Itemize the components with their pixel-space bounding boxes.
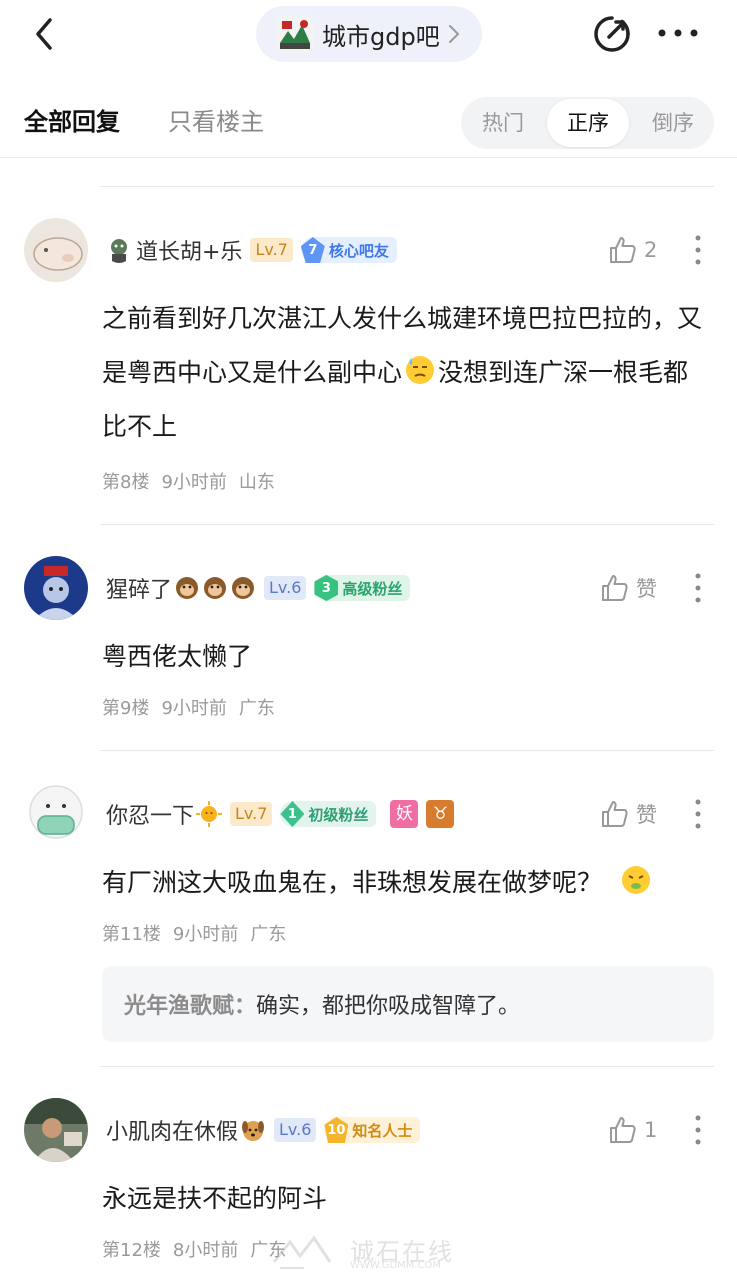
post-content: 粤西佬太懒了 [102,642,253,671]
chevron-right-icon [448,25,460,43]
back-arrow-icon[interactable] [30,14,60,54]
sub-reply[interactable]: 光年渔歌赋： 确实，都把你吸成智障了。 [102,966,714,1042]
post-meta: 第9楼 9小时前 广东 [102,694,275,720]
post-time: 9小时前 [172,924,239,945]
username[interactable]: 你忍一下 [106,798,194,830]
like-count: 2 [644,238,658,262]
sort-option-hot[interactable]: 热门 [461,97,545,149]
user-line: 小肌肉在休假 Lv.6 10 知名人士 [106,1112,421,1148]
post-location: 广东 [250,924,287,945]
post-location: 广东 [238,698,275,719]
watermark-logo-icon [272,1235,332,1269]
member-badge: 7 核心吧友 [300,237,397,263]
badge-label: 核心吧友 [328,241,389,260]
post-location: 山东 [238,472,275,493]
forum-entry-button[interactable]: 城市gdp吧 [256,6,482,62]
post-time: 9小时前 [161,472,227,493]
badge-label: 知名人士 [352,1121,413,1140]
divider [100,186,714,187]
share-icon[interactable] [592,14,632,54]
member-badge: 10 知名人士 [324,1117,421,1143]
level-badge: Lv.7 [230,802,273,826]
user-line: 道长胡+乐 Lv.7 7 核心吧友 [106,232,397,268]
username[interactable]: 猩碎了 [106,572,172,604]
username[interactable]: 小肌肉在休假 [106,1114,238,1146]
level-badge: Lv.6 [274,1118,317,1142]
dog-emoji-icon [242,1121,265,1141]
forum-avatar [276,15,314,53]
more-icon[interactable] [656,20,700,46]
sun-emoji-icon [196,801,223,827]
divider [100,1066,714,1067]
post-meta: 第11楼 9小时前 广东 [102,920,286,946]
like-label: 赞 [636,577,657,601]
demon-tag: 妖 [390,800,419,828]
avatar[interactable] [24,782,88,846]
badge-number: 1 [280,801,305,827]
sub-reply-text: 确实，都把你吸成智障了。 [256,994,521,1019]
sort-option-desc[interactable]: 倒序 [631,97,715,149]
badge-number: 10 [324,1117,349,1143]
user-line: 你忍一下 Lv.7 1 初级粉丝 妖 ♉ [106,796,455,832]
like-button[interactable]: 2 [608,232,657,268]
divider [100,750,714,751]
thumbs-up-icon [610,1117,636,1143]
filter-row: 全部回复 只看楼主 热门 正序 倒序 [0,90,737,158]
thumbs-up-icon [602,575,628,601]
member-badge: 1 初级粉丝 [280,801,377,827]
top-bar: 城市gdp吧 [0,0,737,70]
more-vertical-icon[interactable] [688,1112,708,1148]
badge-number: 7 [300,237,325,263]
badge-number: 3 [314,575,339,601]
avatar[interactable] [24,218,88,282]
more-vertical-icon[interactable] [688,232,708,268]
avatar[interactable] [24,556,88,620]
floor-number: 第9楼 [102,698,150,719]
post-meta: 第12楼 8小时前 广东 [102,1236,286,1262]
user-line: 猩碎了 Lv.6 3 高级粉丝 [106,570,411,606]
like-count: 1 [644,1118,658,1142]
monkey-emoji-icon [232,577,255,599]
sweat-emoji-icon [406,356,435,384]
post-content: 有厂洲这大吸血鬼在，非珠想发展在做梦呢？ [102,856,702,910]
watermark-url: WWW.GDMM.COM [350,1260,442,1271]
thumbs-up-icon [602,801,628,827]
more-vertical-icon[interactable] [688,796,708,832]
floor-number: 第8楼 [102,472,150,493]
username[interactable]: 道长胡+乐 [136,234,242,266]
monkey-emoji-icon [204,577,227,599]
sort-option-asc[interactable]: 正序 [547,99,629,147]
badge-label: 高级粉丝 [342,579,403,598]
sort-segmented-control: 热门 正序 倒序 [461,97,714,149]
sub-reply-author[interactable]: 光年渔歌赋： [124,988,256,1020]
divider [100,524,714,525]
post-meta: 第8楼 9小时前 山东 [102,468,275,494]
floor-number: 第12楼 [102,1240,161,1261]
monkey-emoji-icon [176,577,199,599]
level-badge: Lv.6 [264,576,307,600]
like-button[interactable]: 1 [608,1112,657,1148]
zombie-emoji-icon [111,239,127,263]
forum-name: 城市gdp吧 [322,22,440,51]
like-label: 赞 [636,803,657,827]
more-vertical-icon[interactable] [688,570,708,606]
watermark: 诚石在线 WWW.GDMM.COM [270,1230,470,1274]
thumbs-up-icon [610,237,636,263]
nauseated-emoji-icon [621,866,650,894]
tab-all-replies[interactable]: 全部回复 [24,102,120,137]
floor-number: 第11楼 [102,924,161,945]
post-time: 8小时前 [172,1240,239,1261]
taurus-tag: ♉ [426,800,455,828]
post-text: 有厂洲这大吸血鬼在，非珠想发展在做梦呢？ [102,868,603,897]
post-content: 之前看到好几次湛江人发什么城建环境巴拉巴拉的，又是粤西中心又是什么副中心 没想到连… [102,292,702,454]
badge-label: 初级粉丝 [308,805,369,824]
member-badge: 3 高级粉丝 [314,575,411,601]
level-badge: Lv.7 [250,238,293,262]
like-button[interactable]: 赞 [600,570,657,606]
tab-host-only[interactable]: 只看楼主 [168,102,264,137]
post-time: 9小时前 [161,698,227,719]
post-content: 永远是扶不起的阿斗 [102,1184,328,1213]
avatar[interactable] [24,1098,88,1162]
like-button[interactable]: 赞 [600,796,657,832]
